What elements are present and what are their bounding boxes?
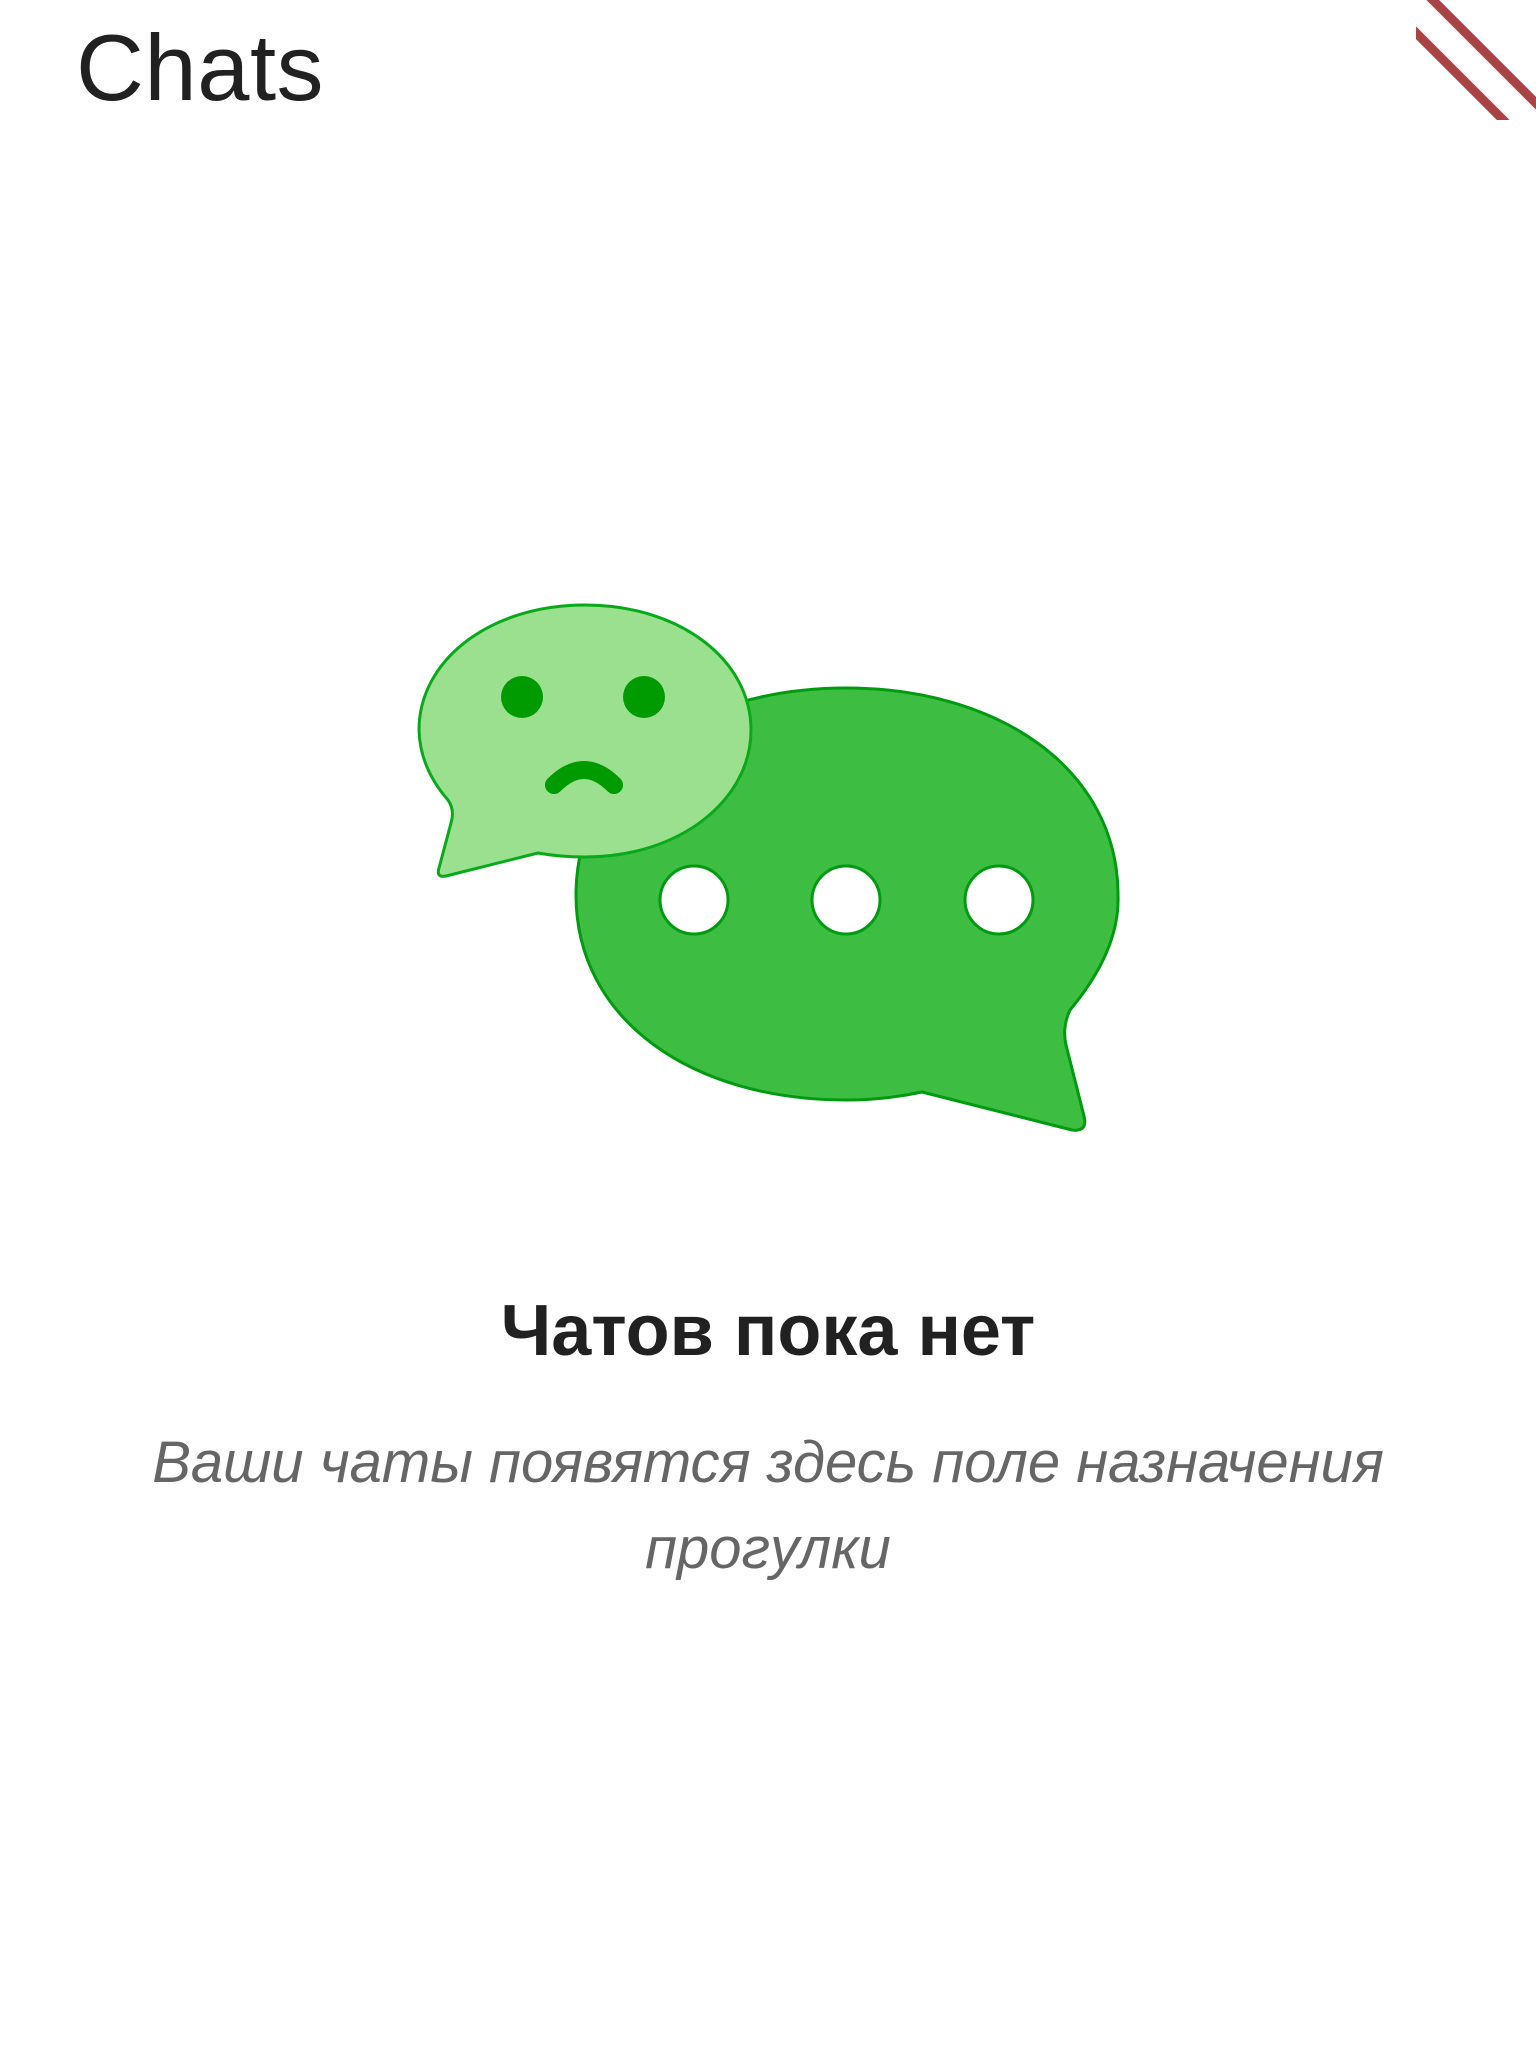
typing-dot-icon [810, 864, 882, 936]
typing-dot-icon [658, 864, 730, 936]
empty-state-message: Ваши чаты появятся здесь поле назначения… [152, 1430, 1384, 1581]
typing-dot-icon [963, 864, 1035, 936]
right-eye-icon [623, 676, 665, 718]
empty-state-title: Чатов пока нет [500, 1291, 1036, 1371]
left-eye-icon [501, 676, 543, 718]
sad-chat-bubbles-icon [417, 603, 1120, 1132]
